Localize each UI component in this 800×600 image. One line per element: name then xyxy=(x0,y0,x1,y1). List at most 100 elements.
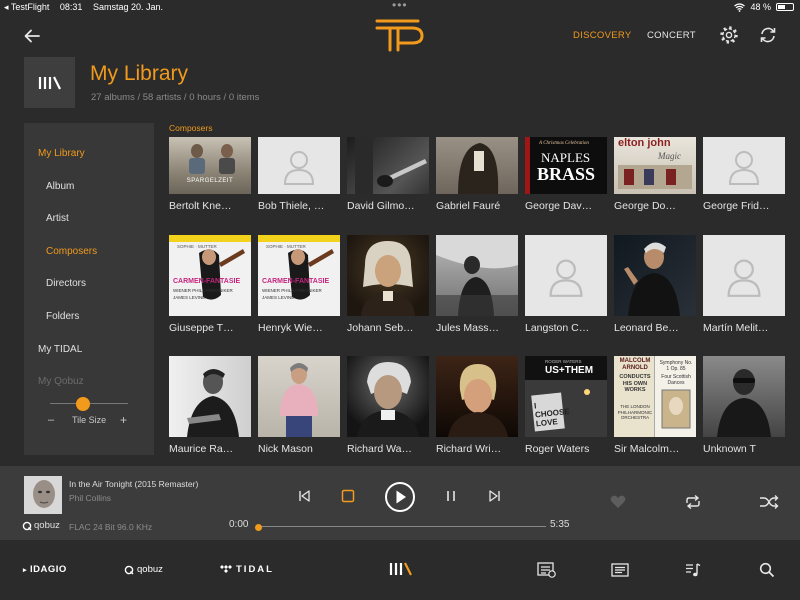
sidebar-item-composers[interactable]: Composers xyxy=(46,246,97,257)
composer-name: Martín Melit… xyxy=(703,322,769,334)
composer-image-placeholder xyxy=(525,235,607,316)
qobuz-logo-icon xyxy=(124,565,134,574)
composer-image xyxy=(347,356,429,437)
heart-icon[interactable] xyxy=(610,495,626,509)
composer-card[interactable]: Nick Mason xyxy=(258,356,340,455)
sidebar-item-directors[interactable]: Directors xyxy=(46,278,86,289)
gear-icon[interactable] xyxy=(718,24,740,46)
notes-icon[interactable] xyxy=(611,563,629,577)
album-art-text: A Christmas Celebration xyxy=(539,141,589,146)
person-placeholder-icon xyxy=(728,150,760,185)
composer-card[interactable]: Martín Melit… xyxy=(703,235,785,334)
battery-icon xyxy=(776,3,794,11)
composer-card[interactable]: Richard Wa… xyxy=(347,356,429,455)
composer-name: Jules Mass… xyxy=(436,322,500,334)
qobuz-logo-icon xyxy=(22,521,32,530)
library-tab-icon[interactable] xyxy=(389,562,413,576)
track-artist[interactable]: Phil Collins xyxy=(69,493,111,503)
composer-card[interactable]: George Frid… xyxy=(703,137,785,212)
tile-size-slider[interactable] xyxy=(50,397,128,411)
nav-discovery[interactable]: DISCOVERY xyxy=(573,30,632,41)
section-label: Composers xyxy=(169,123,213,133)
album-art-text: JAMES LEVINE xyxy=(262,295,295,300)
composer-card[interactable]: Bob Thiele, … xyxy=(258,137,340,212)
pause-icon[interactable] xyxy=(444,489,458,503)
composer-card[interactable]: MALCOLM ARNOLD CONDUCTS HIS OWN WORKS TH… xyxy=(614,356,696,455)
sidebar-item-my-qobuz[interactable]: My Qobuz xyxy=(38,376,84,387)
album-art-text: SOPHIE · MUTTER xyxy=(177,244,217,249)
nav-concert[interactable]: CONCERT xyxy=(647,30,696,41)
composer-image xyxy=(614,235,696,316)
sidebar-item-my-library[interactable]: My Library xyxy=(38,148,85,159)
repeat-icon[interactable] xyxy=(684,494,702,510)
previous-icon[interactable] xyxy=(297,489,311,503)
status-app[interactable]: ◂ TestFlight xyxy=(4,2,49,12)
composer-card[interactable]: SPARGELZEIT Bertolt Kne… xyxy=(169,137,251,212)
composer-image: SOPHIE · MUTTER CARMEN-FANTASIE WIENER P… xyxy=(169,235,251,316)
composer-image xyxy=(169,356,251,437)
composer-image: SPARGELZEIT xyxy=(169,137,251,194)
composer-card[interactable]: Jules Mass… xyxy=(436,235,518,334)
sync-icon[interactable] xyxy=(757,24,779,46)
composer-image xyxy=(436,356,518,437)
track-title: In the Air Tonight (2015 Remaster) xyxy=(69,479,199,489)
composer-card[interactable]: Leonard Be… xyxy=(614,235,696,334)
tile-size-minus-button[interactable]: – xyxy=(48,414,54,426)
composer-card[interactable]: Gabriel Fauré xyxy=(436,137,518,212)
play-icon[interactable] xyxy=(384,481,416,513)
composer-card[interactable]: ROGER WATERS US+THEM I CHOOSE LOVE Roger… xyxy=(525,356,607,455)
status-bar: ◂ TestFlight 08:31 Samstag 20. Jan. ••• … xyxy=(0,0,800,14)
tile-size-label: Tile Size xyxy=(72,415,107,425)
back-arrow-icon[interactable] xyxy=(22,26,42,46)
composer-image-placeholder xyxy=(703,235,785,316)
composer-card[interactable]: Maurice Ra… xyxy=(169,356,251,455)
album-art-text: BRASS xyxy=(537,164,596,184)
composer-image: MALCOLM ARNOLD CONDUCTS HIS OWN WORKS TH… xyxy=(614,356,696,437)
person-placeholder-icon xyxy=(549,259,583,297)
composer-image xyxy=(436,235,518,316)
status-right: 48 % xyxy=(734,2,794,12)
shuffle-icon[interactable] xyxy=(759,494,779,510)
library-tile xyxy=(24,57,75,108)
album-art-accent xyxy=(525,137,530,194)
composer-image-placeholder xyxy=(258,137,340,194)
tidal-logo-icon xyxy=(220,565,232,573)
now-playing-cover[interactable] xyxy=(24,476,62,514)
album-art-text: CARMEN-FANTASIE xyxy=(262,278,330,285)
app-logo-icon[interactable] xyxy=(374,16,426,56)
playlist-icon[interactable] xyxy=(685,562,701,578)
multitasking-dots[interactable]: ••• xyxy=(392,0,408,11)
sidebar-item-my-tidal[interactable]: My TIDAL xyxy=(38,344,82,355)
battery-percent: 48 % xyxy=(750,2,771,12)
sidebar-item-folders[interactable]: Folders xyxy=(46,311,79,322)
composer-card[interactable]: SOPHIE · MUTTER CARMEN-FANTASIE WIENER P… xyxy=(258,235,340,334)
tile-size-plus-button[interactable]: + xyxy=(120,413,127,427)
composer-card[interactable]: Richard Wri… xyxy=(436,356,518,455)
composer-card[interactable]: A Christmas Celebration NAPLES BRASS Geo… xyxy=(525,137,607,212)
tab-idagio[interactable]: ▸ IDAGIO xyxy=(23,564,67,575)
top-bar: DISCOVERY CONCERT xyxy=(0,14,800,58)
progress-bar[interactable] xyxy=(255,524,546,531)
tab-qobuz[interactable]: qobuz xyxy=(124,564,163,575)
composer-name: Richard Wri… xyxy=(436,443,502,455)
composer-card[interactable]: Unknown T xyxy=(703,356,785,455)
queue-icon[interactable] xyxy=(537,562,557,578)
tile-size-control: – Tile Size + xyxy=(48,413,132,428)
composer-card[interactable]: David Gilmo… xyxy=(347,137,429,212)
composer-card[interactable]: Johann Seb… xyxy=(347,235,429,334)
tab-tidal[interactable]: TIDAL xyxy=(219,564,274,575)
sidebar-item-artist[interactable]: Artist xyxy=(46,213,69,224)
sidebar-item-album[interactable]: Album xyxy=(46,181,74,192)
progress-head[interactable] xyxy=(255,524,262,531)
composer-card[interactable]: elton john Magic George Do… xyxy=(614,137,696,212)
composer-card[interactable]: SOPHIE · MUTTER CARMEN-FANTASIE WIENER P… xyxy=(169,235,251,334)
slider-knob[interactable] xyxy=(76,397,90,411)
composer-card[interactable]: Langston C… xyxy=(525,235,607,334)
duration-time: 5:35 xyxy=(550,519,570,530)
sidebar: My Library Album Artist Composers Direct… xyxy=(24,123,154,455)
composer-image xyxy=(436,137,518,194)
composer-image: SOPHIE · MUTTER CARMEN-FANTASIE WIENER P… xyxy=(258,235,340,316)
search-icon[interactable] xyxy=(759,562,775,578)
next-icon[interactable] xyxy=(488,489,502,503)
stop-icon[interactable] xyxy=(341,489,355,503)
